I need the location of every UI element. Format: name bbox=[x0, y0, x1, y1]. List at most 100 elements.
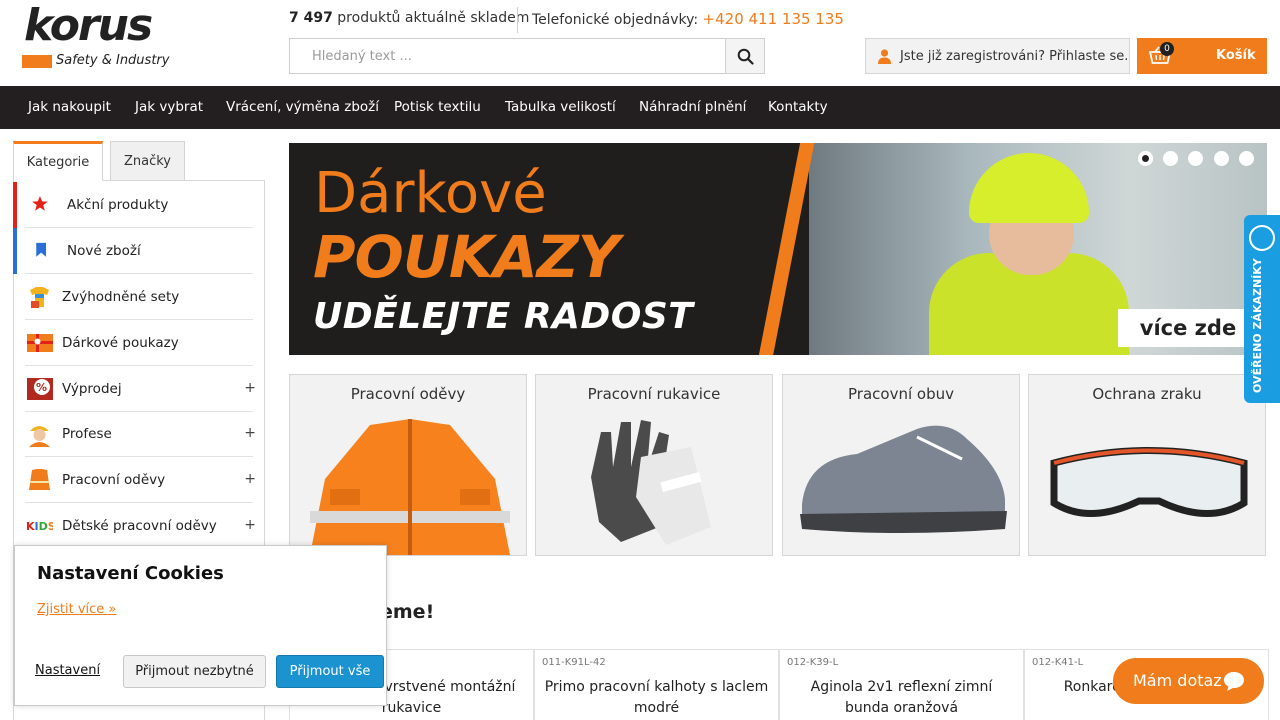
korus-logo[interactable]: korus Safety & Industry bbox=[22, 4, 174, 72]
slider-dot-1[interactable] bbox=[1138, 151, 1153, 166]
kids-icon: KIDS bbox=[26, 520, 53, 533]
nav-textile-print[interactable]: Potisk textilu bbox=[394, 99, 481, 115]
chat-button[interactable]: Mám dotaz bbox=[1113, 658, 1264, 704]
banner-headline-1: Dárkové bbox=[314, 161, 547, 226]
stock-info: 7 497 produktů aktuálně skladem bbox=[289, 10, 529, 26]
tab-categories[interactable]: Kategorie bbox=[13, 141, 103, 181]
logo-wordmark: korus bbox=[24, 0, 153, 51]
shoe-image bbox=[800, 425, 1007, 533]
tile-label: Pracovní obuv bbox=[848, 385, 954, 403]
search-icon bbox=[737, 48, 754, 65]
expand-plus-icon[interactable]: + bbox=[244, 517, 256, 533]
login-text: Jste již zaregistrováni? Přihlaste se. bbox=[900, 48, 1129, 64]
cart-button[interactable]: 0 Košík bbox=[1137, 38, 1267, 74]
nav-contacts[interactable]: Kontakty bbox=[768, 99, 828, 115]
search-input[interactable] bbox=[289, 38, 726, 74]
nav-size-chart[interactable]: Tabulka velikostí bbox=[505, 99, 616, 115]
phone-number[interactable]: +420 411 135 135 bbox=[703, 10, 844, 28]
main-navigation: Jak nakoupit Jak vybrat Vrácení, výměna … bbox=[0, 86, 1280, 129]
slider-dot-3[interactable] bbox=[1188, 151, 1203, 166]
product-card[interactable]: 012-K39-L Aginola 2v1 reflexní zimní bun… bbox=[779, 649, 1024, 720]
product-name[interactable]: Aginola 2v1 reflexní zimní bunda oranžov… bbox=[788, 677, 1015, 719]
cookie-dialog: Nastavení Cookies Zjistit více » Nastave… bbox=[14, 545, 387, 706]
svg-text:%: % bbox=[36, 381, 47, 394]
phone-label: Telefonické objednávky: bbox=[532, 12, 699, 28]
expand-plus-icon[interactable]: + bbox=[244, 380, 256, 396]
expand-plus-icon[interactable]: + bbox=[244, 471, 256, 487]
user-icon bbox=[878, 48, 891, 64]
nav-how-to-choose[interactable]: Jak vybrat bbox=[135, 99, 203, 115]
category-item-new-goods[interactable]: Nové zboží bbox=[13, 228, 265, 274]
chat-bubble-icon bbox=[1224, 672, 1244, 691]
slider-dot-2[interactable] bbox=[1163, 151, 1178, 166]
svg-text:KIDS: KIDS bbox=[26, 520, 53, 533]
tshirt-set-icon bbox=[30, 287, 49, 308]
category-item-kids-workwear[interactable]: KIDS Dětské pracovní oděvy + bbox=[13, 503, 265, 549]
gloves-image bbox=[591, 420, 711, 545]
stock-text: produktů aktuálně skladem bbox=[337, 10, 530, 26]
verified-seal-icon bbox=[1249, 225, 1275, 251]
star-icon bbox=[32, 196, 48, 211]
sale-percent-icon: % bbox=[27, 378, 53, 400]
category-label: Nové zboží bbox=[67, 243, 141, 259]
tile-label: Ochrana zraku bbox=[1092, 385, 1202, 403]
nav-substitute-fulfillment[interactable]: Náhradní plnění bbox=[639, 99, 746, 115]
login-button[interactable]: Jste již zaregistrováni? Přihlaste se. bbox=[865, 38, 1130, 74]
product-card[interactable]: 011-K91L-42 Primo pracovní kalhoty s lac… bbox=[534, 649, 779, 720]
accept-all-button[interactable]: Přijmout vše bbox=[276, 655, 384, 688]
slider-dot-5[interactable] bbox=[1239, 151, 1254, 166]
logo-accent-bar bbox=[22, 55, 52, 68]
category-item-discount-sets[interactable]: Zvýhodněné sety bbox=[13, 274, 265, 320]
category-label: Výprodej bbox=[62, 381, 122, 397]
nav-returns[interactable]: Vrácení, výměna zboží bbox=[226, 99, 379, 115]
banner-headline-3: UDĚLEJTE RADOST bbox=[313, 296, 694, 337]
tile-workwear[interactable]: Pracovní oděvy bbox=[289, 374, 527, 556]
product-code: 012-K41-L bbox=[1032, 657, 1084, 668]
site-header: korus Safety & Industry 7 497 produktů a… bbox=[0, 0, 1280, 86]
banner-cta-button[interactable]: více zde bbox=[1118, 309, 1258, 347]
nav-how-to-buy[interactable]: Jak nakoupit bbox=[28, 99, 111, 115]
verified-by-customers-tab[interactable]: OVĚŘENO ZÁKAZNÍKY bbox=[1244, 215, 1280, 403]
tile-eye-protection[interactable]: Ochrana zraku bbox=[1028, 374, 1266, 556]
safety-glasses-image bbox=[1050, 447, 1248, 517]
search-button[interactable] bbox=[725, 38, 765, 74]
category-label: Akční produkty bbox=[67, 197, 169, 213]
expand-plus-icon[interactable]: + bbox=[244, 425, 256, 441]
banner-headline-2: POUKAZY bbox=[313, 223, 620, 291]
cart-label: Košík bbox=[1216, 48, 1256, 63]
tile-shoes[interactable]: Pracovní obuv bbox=[782, 374, 1020, 556]
chat-label: Mám dotaz bbox=[1133, 671, 1222, 690]
category-item-workwear[interactable]: Pracovní oděvy + bbox=[13, 457, 265, 503]
header-divider bbox=[517, 7, 518, 33]
cart-count-badge: 0 bbox=[1160, 42, 1174, 56]
orange-jacket-image bbox=[310, 419, 510, 555]
section-title: eme! bbox=[380, 601, 435, 623]
category-item-gift-vouchers[interactable]: Dárkové poukazy bbox=[13, 320, 265, 366]
hero-banner[interactable]: Dárkové POUKAZY UDĚLEJTE RADOST více zde bbox=[289, 143, 1267, 355]
phone-info: Telefonické objednávky: +420 411 135 135 bbox=[532, 10, 844, 28]
bookmark-icon bbox=[36, 242, 47, 257]
worker-icon bbox=[29, 426, 50, 447]
verified-label: OVĚŘENO ZÁKAZNÍKY bbox=[1251, 258, 1264, 393]
cookie-settings-link[interactable]: Nastavení bbox=[35, 663, 100, 678]
category-item-sale-products[interactable]: Akční produkty bbox=[13, 182, 265, 228]
category-label: Profese bbox=[62, 426, 112, 442]
tab-brands[interactable]: Značky bbox=[110, 141, 185, 181]
category-label: Dárkové poukazy bbox=[62, 335, 179, 351]
category-item-professions[interactable]: Profese + bbox=[13, 411, 265, 457]
cookie-learn-more-link[interactable]: Zjistit více » bbox=[37, 602, 116, 617]
category-accent-bar bbox=[13, 228, 17, 274]
stock-count: 7 497 bbox=[289, 10, 333, 26]
product-code: 011-K91L-42 bbox=[542, 657, 606, 668]
workwear-icon bbox=[29, 469, 50, 490]
product-code: 012-K39-L bbox=[787, 657, 839, 668]
product-name[interactable]: Primo pracovní kalhoty s laclem modré bbox=[543, 677, 770, 719]
accept-necessary-button[interactable]: Přijmout nezbytné bbox=[123, 655, 266, 688]
category-item-clearance[interactable]: % Výprodej + bbox=[13, 366, 265, 412]
tile-gloves[interactable]: Pracovní rukavice bbox=[535, 374, 773, 556]
cookie-title: Nastavení Cookies bbox=[37, 563, 224, 584]
category-label: Dětské pracovní oděvy bbox=[62, 518, 217, 534]
category-accent-bar bbox=[13, 182, 17, 228]
slider-dot-4[interactable] bbox=[1214, 151, 1229, 166]
gift-voucher-icon bbox=[27, 334, 53, 352]
